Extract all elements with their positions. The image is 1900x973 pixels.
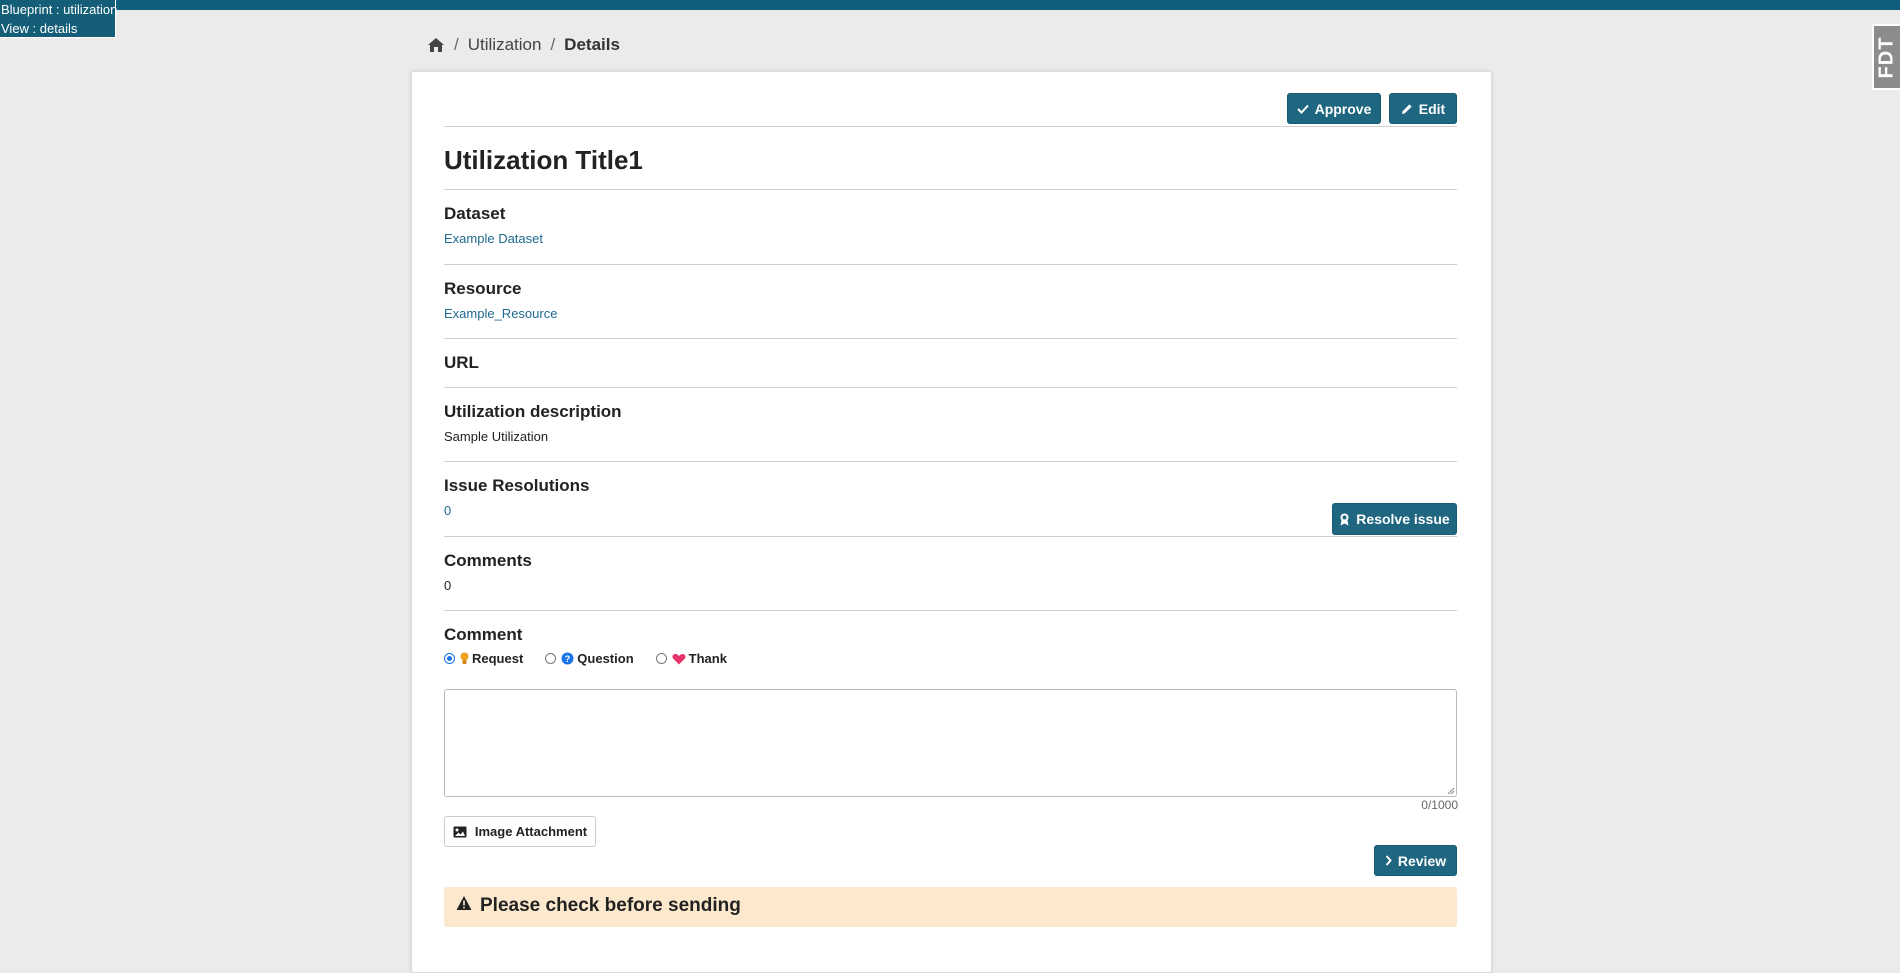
edit-label: Edit [1418,100,1446,117]
description-value: Sample Utilization [444,429,549,444]
divider [444,189,1457,190]
approve-button[interactable]: Approve [1287,93,1381,124]
page-title: Utilization Title1 [444,145,643,175]
resource-link[interactable]: Example_Resource [444,306,557,321]
debug-info-box: Blueprint : utilization View : details [0,0,118,38]
resize-grip-icon[interactable] [1446,786,1455,795]
home-icon[interactable] [427,37,445,53]
character-counter: 0/1000 [1421,798,1458,812]
fdt-toolbar-toggle[interactable]: FDT [1872,24,1900,90]
breadcrumb-separator: / [550,35,556,54]
breadcrumb-separator: / [454,35,459,54]
svg-text:?: ? [565,654,571,664]
radio-question-input[interactable] [545,653,557,664]
heart-icon [672,653,686,665]
radio-request-input[interactable] [444,653,455,664]
comment-textarea[interactable] [444,689,1457,797]
approve-label: Approve [1314,100,1372,117]
radio-question[interactable]: ? Question [545,651,634,666]
question-circle-icon: ? [561,652,574,665]
alert-text: Please check before sending [480,895,741,916]
divider [444,536,1457,537]
check-before-sending-alert: Please check before sending [444,887,1457,927]
top-bar [0,0,1900,10]
issue-resolutions-label: Issue Resolutions [444,476,590,495]
review-button[interactable]: Review [1374,845,1457,876]
breadcrumb-details: Details [564,35,620,54]
breadcrumb-utilization[interactable]: Utilization [468,35,542,55]
utilization-details-card: Approve Edit Utilization Title1 Dataset … [411,71,1492,973]
edit-button[interactable]: Edit [1389,93,1457,124]
issue-resolutions-count[interactable]: 0 [444,503,451,518]
url-label: URL [444,353,479,372]
pencil-icon [1401,103,1412,114]
lightbulb-icon [460,652,469,665]
dataset-link[interactable]: Example Dataset [444,231,543,246]
divider [444,610,1457,611]
image-attachment-button[interactable]: Image Attachment [444,816,596,847]
award-icon [1340,513,1349,525]
dataset-label: Dataset [444,204,506,223]
check-icon [1296,104,1309,114]
divider [444,264,1457,265]
comment-form-label: Comment [444,625,523,644]
radio-request-label: Request [472,651,524,666]
debug-blueprint: Blueprint : utilization [1,2,118,17]
divider [444,126,1457,127]
warning-icon [456,896,472,910]
divider [444,338,1457,339]
description-label: Utilization description [444,402,622,421]
radio-thank[interactable]: Thank [655,651,727,666]
resolve-issue-button[interactable]: Resolve issue [1332,503,1457,535]
comment-category-group: Request ? Question Thank [444,651,749,666]
radio-request[interactable]: Request [444,651,523,666]
breadcrumb: / Utilization / Details [427,34,620,56]
radio-thank-label: Thank [688,651,727,666]
resource-label: Resource [444,279,522,298]
image-attachment-label: Image Attachment [474,824,588,839]
radio-question-label: Question [577,651,634,666]
resolve-issue-label: Resolve issue [1356,511,1450,527]
debug-view: View : details [1,21,78,36]
radio-thank-input[interactable] [655,653,667,664]
image-icon [453,826,467,837]
chevron-right-icon [1385,855,1392,866]
review-label: Review [1397,852,1447,869]
divider [444,387,1457,388]
divider [444,461,1457,462]
comments-label: Comments [444,551,532,570]
comments-count: 0 [444,578,452,593]
